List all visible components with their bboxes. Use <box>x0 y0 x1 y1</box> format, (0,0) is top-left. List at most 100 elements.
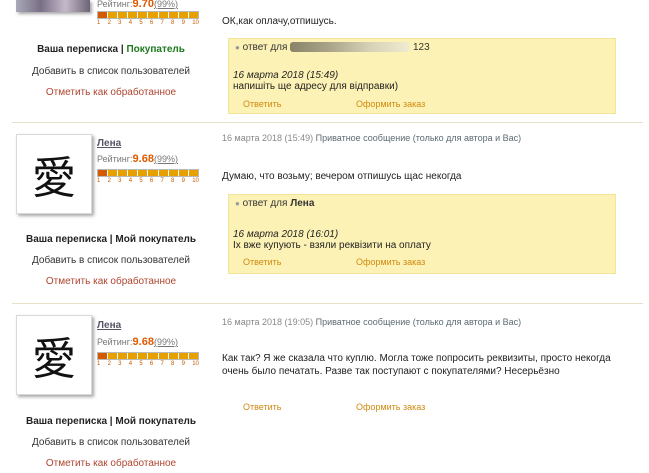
message-text: Как так? Я же сказала что куплю. Могла т… <box>222 352 622 378</box>
reply-date: 16 марта 2018 (16:01) <box>233 229 339 240</box>
rating-scale-number: 9 <box>181 178 185 184</box>
reply-header: ● ответ для 123 <box>235 42 430 53</box>
mark-processed-link[interactable]: Отметить как обработанное <box>0 276 222 287</box>
username-link[interactable]: Лена <box>97 138 121 149</box>
message-line-1: Как так? Я же сказала что куплю. Могла т… <box>222 353 611 364</box>
avatar[interactable]: 愛 <box>16 134 92 214</box>
rating-value: 9.70 <box>132 0 154 10</box>
rating-scale: 1 2 3 4 5 6 7 8 9 10 <box>97 20 199 26</box>
rating-scale-number: 5 <box>139 361 143 367</box>
message-line-2: очень было печатать. Разве так поступают… <box>222 366 560 377</box>
reply-box: ● ответ для 123 16 марта 2018 (15:49) на… <box>228 38 616 114</box>
order-button[interactable]: Оформить заказ <box>356 402 425 412</box>
your-correspondence-link[interactable]: Ваша переписка <box>37 44 118 55</box>
reply-text: Іх вже купують - взяли реквізити на опла… <box>233 240 431 251</box>
rating-bar <box>97 11 199 19</box>
rating-scale-number: 5 <box>139 178 143 184</box>
message-date: 16 марта 2018 (15:49) <box>222 133 314 143</box>
rating-scale-number: 8 <box>171 361 175 367</box>
rating-scale-number: 6 <box>149 178 154 184</box>
post-1: 愛 Лена Рейтинг:9.68(99%) 1 2 3 4 5 6 7 8 9 10 Ваш… <box>0 124 649 304</box>
message-text: Думаю, что возьму; вечером отпишусь щас … <box>222 171 462 182</box>
post-0: Рейтинг:9.70(99%) 1 2 3 4 5 6 7 8 9 10 Ваша переп… <box>0 0 649 120</box>
rating-scale-number: 6 <box>149 20 154 26</box>
post-separator <box>12 303 643 304</box>
reply-for-label: ответ для <box>242 198 288 209</box>
correspondence-line: Ваша переписка | Мой покупатель <box>0 234 222 245</box>
rating-scale-number: 10 <box>192 361 199 367</box>
rating-value: 9.68 <box>132 153 154 165</box>
rating-scale-number: 2 <box>107 20 111 26</box>
rating-scale-number: 9 <box>181 20 185 26</box>
rating-percent[interactable]: (99%) <box>154 337 178 347</box>
avatar-glyph: 愛 <box>32 334 76 385</box>
username-link[interactable]: Лена <box>97 320 121 331</box>
rating-scale-number: 1 <box>97 361 101 367</box>
rating-scale-number: 6 <box>149 361 154 367</box>
add-to-users-list-link[interactable]: Добавить в список пользователей <box>0 255 222 266</box>
reply-button[interactable]: Ответить <box>243 402 281 412</box>
message-type: Приватное сообщение <box>315 317 411 327</box>
post-2: 愛 Лена Рейтинг:9.68(99%) 1 2 3 4 5 6 7 8 9 10 Ваш… <box>0 305 649 473</box>
rating-bar <box>97 352 199 360</box>
message-meta: 16 марта 2018 (15:49) Приватное сообщени… <box>222 133 521 143</box>
rating-scale-number: 4 <box>128 20 133 26</box>
rating: Рейтинг:9.70(99%) <box>97 0 178 10</box>
rating-scale-number: 9 <box>181 361 185 367</box>
avatar-glyph: 愛 <box>32 153 76 204</box>
rating-percent[interactable]: (99%) <box>154 0 178 9</box>
post-separator <box>12 122 643 123</box>
message-visibility: (только для автора и Вас) <box>412 317 522 327</box>
add-to-users-list-link[interactable]: Добавить в список пользователей <box>0 66 222 77</box>
rating-scale-number: 2 <box>107 178 111 184</box>
rating-label: Рейтинг: <box>97 154 133 164</box>
rating-scale-number: 5 <box>139 20 143 26</box>
rating-value: 9.68 <box>132 336 154 348</box>
rating-scale: 1 2 3 4 5 6 7 8 9 10 <box>97 178 199 184</box>
mark-processed-link[interactable]: Отметить как обработанное <box>0 87 222 98</box>
rating-percent[interactable]: (99%) <box>154 154 178 164</box>
order-button[interactable]: Оформить заказ <box>356 257 425 267</box>
my-buyer-link[interactable]: Мой покупатель <box>115 234 196 245</box>
correspondence-line: Ваша переписка | Покупатель <box>0 44 222 55</box>
rating-label: Рейтинг: <box>97 0 133 9</box>
order-button[interactable]: Оформить заказ <box>356 99 425 109</box>
rating-scale-number: 8 <box>171 20 175 26</box>
message-visibility: (только для автора и Вас) <box>412 133 522 143</box>
my-buyer-link[interactable]: Мой покупатель <box>115 416 196 427</box>
rating-scale: 1 2 3 4 5 6 7 8 9 10 <box>97 361 199 367</box>
reply-button[interactable]: Ответить <box>243 257 281 267</box>
rating-scale-number: 1 <box>97 178 101 184</box>
rating-scale-number: 7 <box>160 20 164 26</box>
reply-button[interactable]: Ответить <box>243 99 281 109</box>
add-to-users-list-link[interactable]: Добавить в список пользователей <box>0 437 222 448</box>
reply-for-label: ответ для <box>242 42 288 53</box>
rating-scale-number: 4 <box>128 361 133 367</box>
buyer-role-link[interactable]: Покупатель <box>126 44 184 55</box>
reply-text: напишіть ще адресу для відправки) <box>233 81 399 92</box>
avatar[interactable]: 愛 <box>16 315 92 395</box>
rating: Рейтинг:9.68(99%) <box>97 153 178 165</box>
recipient-suffix: 123 <box>412 42 430 53</box>
reply-box: ● ответ для Лена 16 марта 2018 (16:01) І… <box>228 194 616 274</box>
message-meta: 16 марта 2018 (19:05) Приватное сообщени… <box>222 317 521 327</box>
reply-recipient: Лена <box>290 198 315 209</box>
rating-scale-number: 10 <box>192 178 199 184</box>
rating-bar <box>97 169 199 177</box>
message-date: 16 марта 2018 (19:05) <box>222 317 314 327</box>
rating-label: Рейтинг: <box>97 337 133 347</box>
rating-scale-number: 3 <box>118 361 122 367</box>
your-correspondence-link[interactable]: Ваша переписка <box>26 234 107 245</box>
rating-scale-number: 8 <box>171 178 175 184</box>
reply-header: ● ответ для Лена <box>235 198 314 209</box>
rating-scale-number: 4 <box>128 178 133 184</box>
rating-scale-number: 2 <box>107 361 111 367</box>
message-type: Приватное сообщение <box>315 133 411 143</box>
redacted-username <box>290 42 411 53</box>
avatar[interactable] <box>16 0 90 12</box>
mark-processed-link[interactable]: Отметить как обработанное <box>0 458 222 469</box>
message-text: ОК,как оплачу,отпишусь. <box>222 16 337 27</box>
reply-date: 16 марта 2018 (15:49) <box>233 70 339 81</box>
your-correspondence-link[interactable]: Ваша переписка <box>26 416 107 427</box>
rating-scale-number: 7 <box>160 178 164 184</box>
